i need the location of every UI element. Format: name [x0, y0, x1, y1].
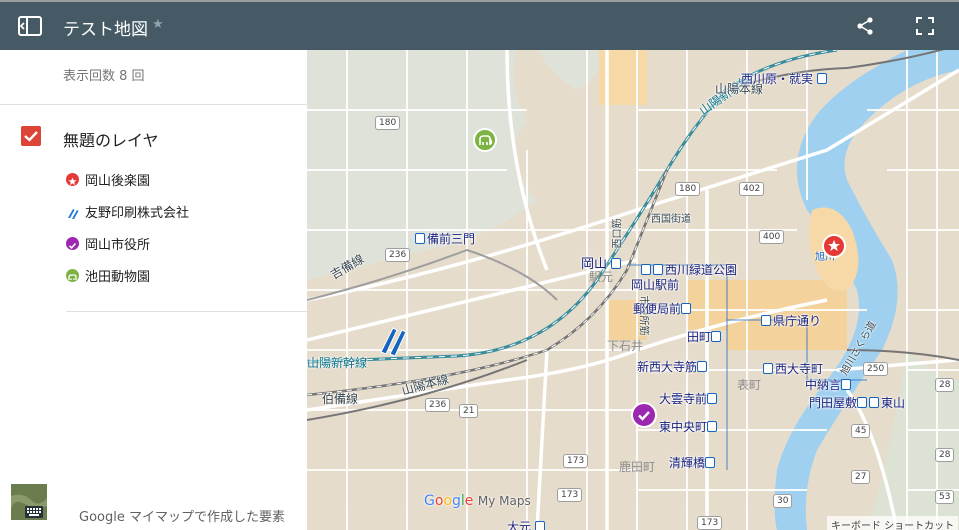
list-item-label: 岡山市役所	[85, 238, 151, 253]
station-label[interactable]: 西大寺町	[763, 360, 823, 377]
tram-icon	[841, 379, 852, 390]
map-label: 西国街道	[651, 214, 691, 225]
google-mymaps-logo: Google My Maps	[424, 493, 531, 509]
station-label[interactable]: 大元	[507, 518, 547, 530]
station-label[interactable]: 門田屋敷 東山	[809, 394, 905, 411]
train-icon	[534, 521, 545, 530]
route-shield: 27	[851, 470, 871, 484]
tram-icon	[653, 264, 663, 275]
train-icon	[415, 233, 425, 244]
route-shield: 173	[557, 488, 583, 502]
elephant-icon	[66, 269, 79, 282]
footer-link[interactable]: Google マイマップで作成した要素	[79, 506, 285, 525]
app-header: テスト地図 ★	[0, 0, 959, 50]
tram-icon	[711, 331, 722, 342]
route-shield: 402	[739, 182, 765, 196]
panel-toggle-icon[interactable]	[18, 16, 42, 36]
tram-icon	[705, 457, 716, 468]
tram-icon	[761, 315, 771, 326]
star-icon[interactable]: ★	[152, 17, 164, 32]
route-shield: 236	[425, 398, 451, 412]
station-label[interactable]: 東中央町	[659, 418, 719, 435]
star-icon	[66, 173, 79, 186]
tram-icon	[707, 393, 718, 404]
route-shield: 28	[935, 378, 955, 392]
check-icon	[638, 411, 650, 421]
station-label[interactable]: 県庁通り	[761, 312, 821, 329]
route-shield: 45	[851, 424, 871, 438]
station-label[interactable]: 岡山駅前	[631, 276, 679, 293]
tram-icon	[641, 264, 651, 275]
station-label[interactable]: 中納言	[805, 376, 853, 393]
map-label: 鹿田町	[619, 460, 656, 474]
station-label[interactable]: 新西大寺筋	[637, 358, 709, 375]
share-icon[interactable]	[855, 16, 875, 36]
route-shield: 250	[863, 362, 889, 376]
divider	[66, 311, 307, 312]
map-label: 伯備線	[322, 392, 359, 406]
check-icon	[24, 131, 38, 142]
map-label: 山陽新幹線	[307, 356, 368, 370]
list-item-label: 岡山後楽園	[85, 174, 151, 189]
shoes-icon	[66, 205, 79, 219]
fullscreen-icon[interactable]	[915, 16, 935, 36]
station-label[interactable]: 清輝橋	[669, 454, 717, 471]
view-count: 表示回数 8 回	[63, 69, 145, 84]
layer-title[interactable]: 無題のレイヤ	[63, 127, 159, 151]
route-shield: 173	[563, 454, 589, 468]
route-shield: 173	[697, 516, 723, 530]
tram-icon	[681, 303, 692, 314]
route-shield: 236	[385, 248, 411, 262]
map-pin-city-hall[interactable]	[631, 402, 657, 428]
layer-checkbox[interactable]	[21, 126, 41, 146]
tram-icon	[763, 363, 773, 374]
station-label[interactable]: 郵便局前	[633, 300, 693, 317]
map-pin-tomono-printing[interactable]	[379, 324, 409, 356]
train-icon	[611, 258, 622, 269]
divider	[0, 104, 307, 105]
train-icon	[816, 73, 827, 84]
tram-icon	[857, 397, 868, 408]
route-shield: 400	[759, 230, 785, 244]
map-pin-zoo[interactable]	[473, 128, 497, 152]
map-title[interactable]: テスト地図	[63, 15, 148, 40]
list-item-label: 友野印刷株式会社	[85, 206, 190, 221]
tram-icon	[707, 421, 718, 432]
map-canvas[interactable]: 山陽新幹線 山陽新幹線 山陽本線 山陽本線 吉備線 伯備線 西口筋 西国街道 市…	[307, 50, 959, 530]
station-label[interactable]: 岡山	[581, 253, 623, 272]
star-icon	[828, 240, 840, 251]
map-pin-korakuen[interactable]	[822, 234, 846, 258]
map-label: 表町	[737, 378, 762, 392]
map-label: 下石井	[607, 339, 644, 353]
map-label: 西口筋	[612, 218, 624, 249]
route-shield: 180	[675, 182, 701, 196]
route-shield: 21	[459, 404, 479, 418]
keyboard-shortcuts-link[interactable]: キーボード ショートカット	[827, 516, 959, 530]
station-label[interactable]: 備前三門	[415, 230, 475, 247]
route-shield: 28	[935, 448, 955, 462]
route-shield: 30	[773, 494, 793, 508]
basemap-thumbnail[interactable]	[11, 484, 47, 520]
list-item-label: 池田動物園	[85, 270, 151, 285]
station-label[interactable]: 田町	[687, 328, 723, 345]
check-icon	[66, 237, 79, 250]
tram-icon	[697, 361, 708, 372]
elephant-icon	[479, 135, 493, 145]
station-label[interactable]: 大雲寺前	[659, 390, 719, 407]
route-shield: 53	[935, 490, 955, 504]
tram-icon	[869, 397, 880, 408]
station-label[interactable]: 西川原・就実	[741, 70, 829, 87]
route-shield: 180	[375, 116, 401, 130]
legend-panel: 表示回数 8 回 無題のレイヤ 岡山後楽園 友野印刷株式会社 岡山市役所 池田動…	[0, 50, 307, 530]
